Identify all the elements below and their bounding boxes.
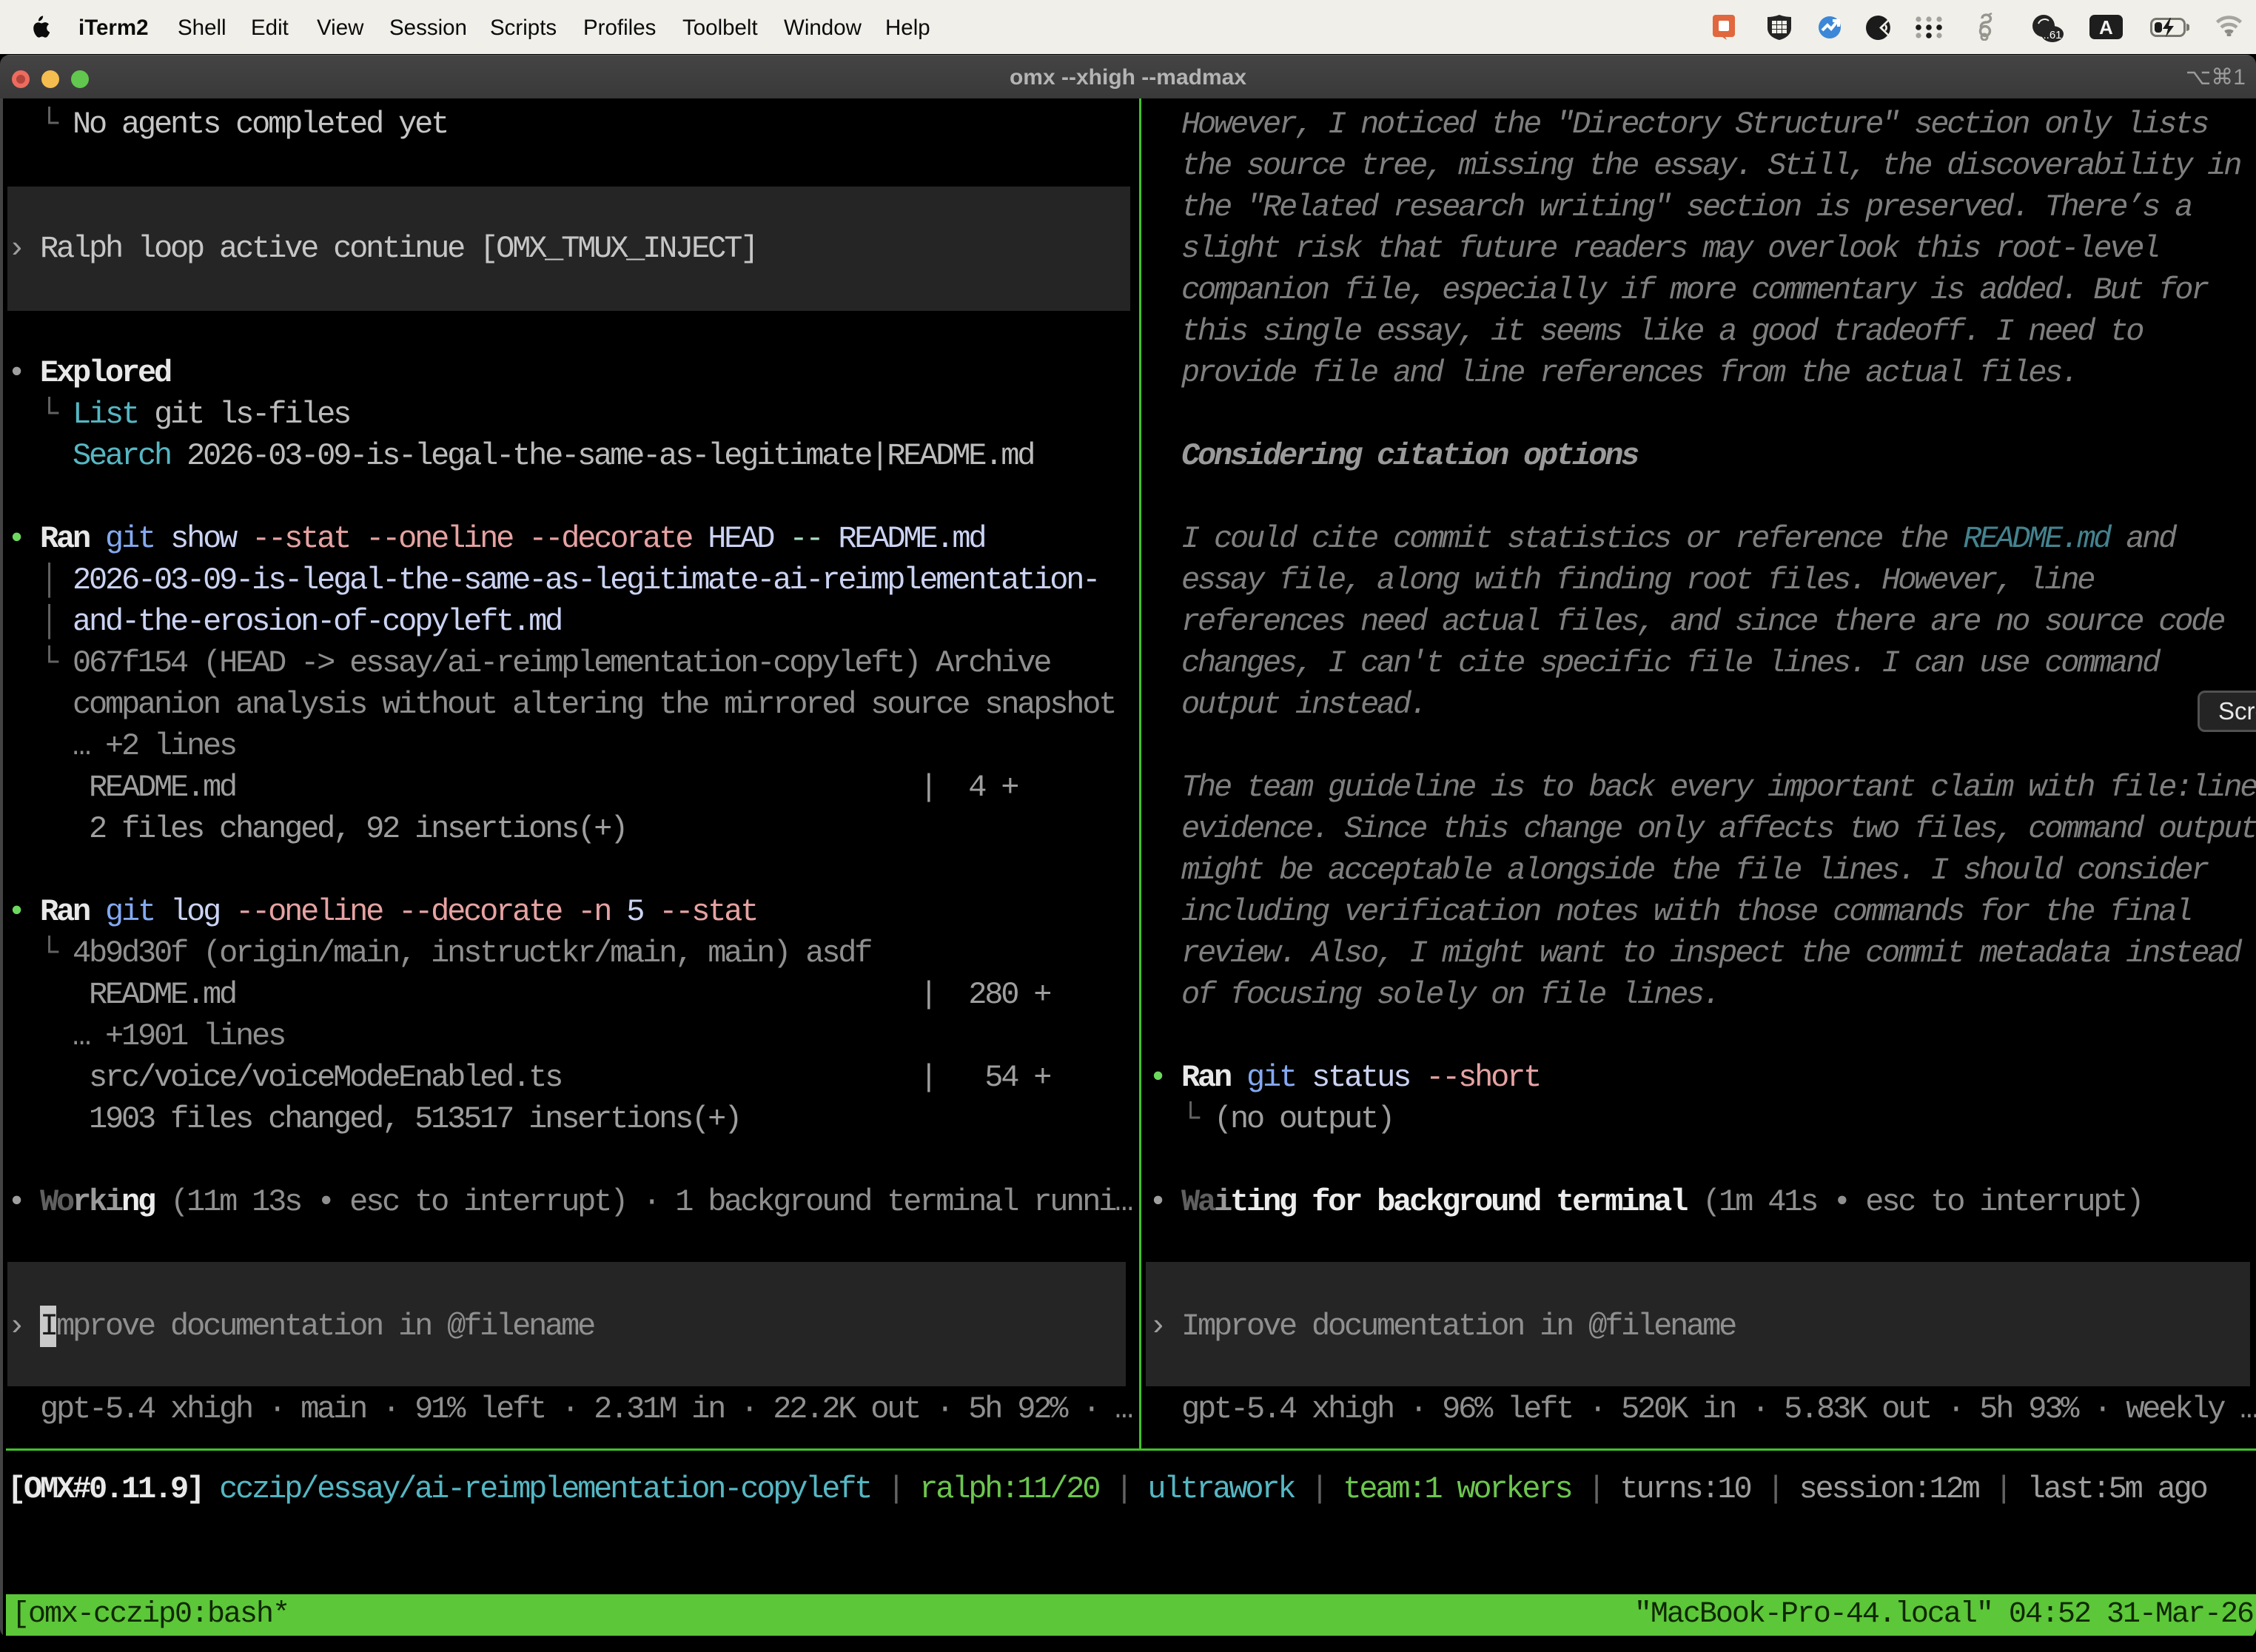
svg-text:A: A: [2099, 16, 2113, 38]
svg-text:..61: ..61: [2043, 29, 2061, 41]
